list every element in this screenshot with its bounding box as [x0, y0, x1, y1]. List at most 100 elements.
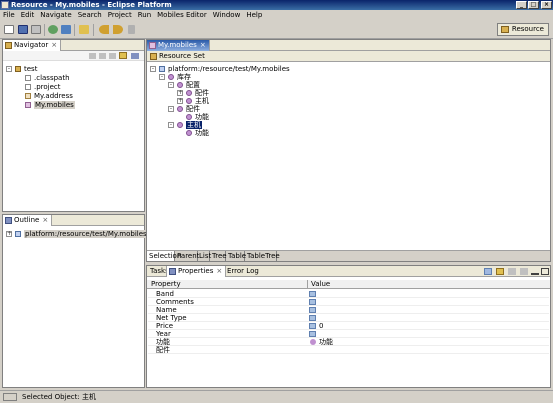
minimize-button[interactable]: _ [516, 1, 527, 9]
property-name: Comments [156, 298, 194, 306]
menu-edit[interactable]: Edit [18, 10, 38, 21]
property-row[interactable]: Name [148, 306, 549, 314]
folder-icon [15, 66, 21, 72]
page-tab-tabletree[interactable]: TableTree [245, 251, 280, 261]
tab-properties[interactable]: Properties × [166, 266, 227, 277]
properties-view: Tasks Properties × Error Log Property Val… [146, 265, 551, 388]
editor-tab-bar: My.mobiles × [147, 40, 550, 51]
menu-mobiles-editor[interactable]: Mobiles Editor [154, 10, 210, 21]
window-title: Resource - My.mobiles - Eclipse Platform [11, 1, 172, 9]
tree-item-label: .classpath [34, 74, 70, 82]
outline-tab-bar: Outline × [3, 215, 144, 226]
run-icon[interactable] [48, 25, 58, 34]
forward-icon[interactable] [113, 25, 123, 34]
expand-toggle[interactable]: + [6, 231, 12, 237]
edit-icon[interactable] [79, 25, 89, 34]
page-tab-list[interactable]: List [198, 251, 211, 261]
properties-header-row: Property Value [147, 280, 550, 289]
tree-item-label: .project [34, 83, 61, 91]
categories-icon[interactable] [484, 268, 492, 275]
property-row[interactable]: 配件 [148, 346, 549, 354]
back-icon[interactable] [89, 53, 96, 59]
outline-icon [5, 217, 12, 224]
expand-toggle[interactable]: + [177, 98, 183, 104]
element-icon [310, 339, 316, 345]
save-icon[interactable] [18, 25, 28, 34]
menu-bar: File Edit Navigate Search Project Run Mobiles … [0, 10, 553, 21]
outline-item-label: platform:/resource/test/My.mobiles [24, 230, 148, 238]
perspective-label: Resource [511, 25, 544, 33]
close-icon[interactable]: × [51, 40, 57, 51]
tree-item-label: test [24, 65, 38, 73]
perspective-resource-button[interactable]: Resource [496, 23, 549, 36]
close-icon[interactable]: × [216, 267, 222, 275]
tree-item-my-mobiles[interactable]: My.mobiles [25, 101, 75, 109]
new-icon[interactable] [4, 25, 14, 34]
outline-view: Outline × + platform:/resource/test/My.mob… [2, 214, 148, 388]
resource-icon [15, 231, 21, 237]
window-title-bar[interactable]: Resource - My.mobiles - Eclipse Platform… [0, 0, 553, 10]
chevron-down-icon[interactable] [128, 25, 135, 34]
back-icon[interactable] [99, 25, 109, 34]
collapse-toggle[interactable]: - [168, 106, 174, 112]
collapse-toggle[interactable]: - [150, 66, 156, 72]
minimize-icon[interactable] [531, 268, 539, 275]
menu-window[interactable]: Window [210, 10, 244, 21]
property-name: 功能 [156, 338, 170, 346]
property-row[interactable]: Price 0 [148, 322, 549, 330]
view-menu-icon[interactable] [520, 268, 528, 275]
close-icon[interactable]: × [200, 40, 206, 51]
print-icon[interactable] [31, 25, 41, 34]
wizard-icon[interactable] [61, 25, 71, 34]
property-column-header[interactable]: Property [151, 280, 181, 289]
column-divider[interactable] [307, 280, 308, 289]
menu-search[interactable]: Search [75, 10, 105, 21]
menu-help[interactable]: Help [243, 10, 265, 21]
element-icon [177, 82, 183, 88]
collapse-toggle[interactable]: - [159, 74, 165, 80]
maximize-icon[interactable] [541, 268, 549, 275]
property-value[interactable]: 0 [319, 322, 323, 330]
toolbar-separator [74, 24, 75, 36]
value-column-header[interactable]: Value [311, 280, 330, 289]
forward-icon[interactable] [99, 53, 106, 59]
menu-file[interactable]: File [0, 10, 18, 21]
tab-navigator[interactable]: Navigator × [3, 40, 62, 51]
tab-error-log[interactable]: Error Log [224, 266, 262, 277]
file-icon [25, 102, 31, 108]
properties-icon [169, 268, 176, 275]
collapse-toggle[interactable]: - [168, 82, 174, 88]
close-icon[interactable]: × [42, 215, 48, 226]
up-icon[interactable] [109, 53, 116, 59]
collapse-toggle[interactable]: - [168, 122, 174, 128]
properties-table: Band Comments Name Net Type Price 0 Year 功能 功能 配件 [147, 290, 550, 387]
value-text-icon [309, 291, 316, 297]
view-menu-icon[interactable] [131, 53, 139, 59]
page-tab-tree[interactable]: Tree [210, 251, 227, 261]
tab-my-mobiles[interactable]: My.mobiles × [147, 40, 210, 51]
maximize-button[interactable]: □ [528, 1, 539, 9]
property-row[interactable]: Net Type [148, 314, 549, 322]
link-editor-icon[interactable] [119, 52, 127, 59]
filter-icon[interactable] [496, 268, 504, 275]
menu-project[interactable]: Project [105, 10, 135, 21]
restore-default-icon[interactable] [508, 268, 516, 275]
expand-toggle[interactable]: + [177, 90, 183, 96]
fast-view-icon[interactable] [3, 393, 17, 401]
navigator-icon [5, 42, 12, 49]
element-icon [186, 90, 192, 96]
property-row[interactable]: Band [148, 290, 549, 298]
page-tab-selection[interactable]: Selection [147, 251, 181, 261]
property-row[interactable]: Comments [148, 298, 549, 306]
property-row[interactable]: Year [148, 330, 549, 338]
tab-outline[interactable]: Outline × [3, 215, 53, 226]
page-tab-table[interactable]: Table [226, 251, 246, 261]
element-icon [168, 74, 174, 80]
collapse-toggle[interactable]: - [6, 66, 12, 72]
property-row[interactable]: 功能 功能 [148, 338, 549, 346]
close-window-button[interactable]: × [541, 1, 552, 9]
menu-navigate[interactable]: Navigate [37, 10, 74, 21]
tree-node-label: 配件 [186, 105, 200, 113]
page-tab-parent[interactable]: Parent [175, 251, 199, 261]
menu-run[interactable]: Run [135, 10, 154, 21]
